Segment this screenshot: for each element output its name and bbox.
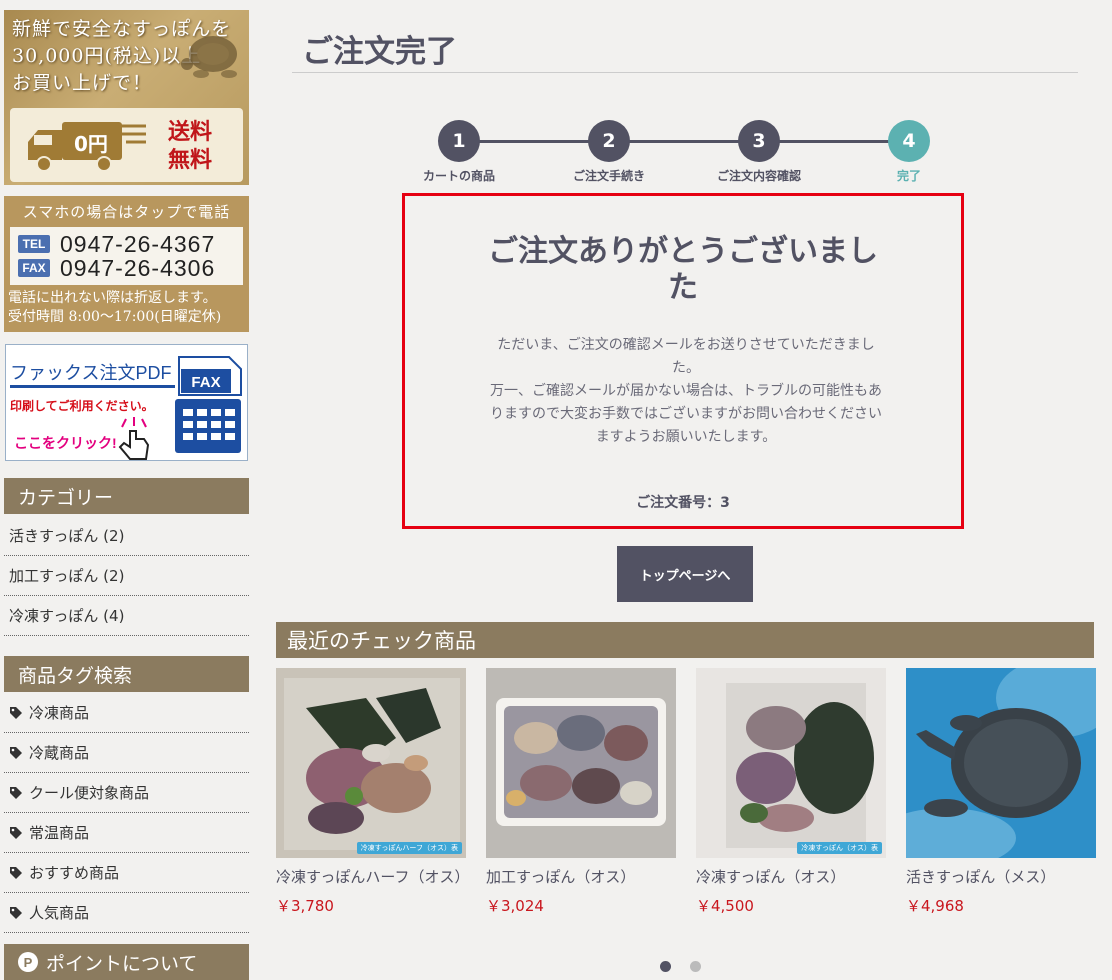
- thanks-heading: ご注文ありがとうございました: [488, 234, 878, 305]
- tag-item-popular[interactable]: 人気商品: [4, 893, 249, 933]
- product-card[interactable]: 冷凍すっぽんハーフ（オス）表 冷凍すっぽんハーフ（オス） ￥3,780: [276, 668, 470, 916]
- phone-banner-heading: スマホの場合はタップで電話: [22, 203, 231, 221]
- fax-label: FAX: [18, 259, 50, 277]
- turtle-icon: [181, 36, 237, 78]
- points-heading-label: ポイントについて: [46, 952, 198, 975]
- tag-label: 冷蔵商品: [29, 744, 90, 762]
- recent-products-heading: 最近のチェック商品: [276, 622, 1094, 658]
- tag-icon: [10, 786, 22, 799]
- tag-label: おすすめ商品: [29, 864, 120, 882]
- tag-label: クール便対象商品: [29, 784, 150, 802]
- product-price: ￥3,024: [486, 897, 544, 915]
- order-number: ご注文番号：3: [636, 495, 730, 511]
- free-shipping-text: 送料 無料: [168, 118, 212, 174]
- phone-note-line-1: 電話に出れない際は折返します。: [8, 290, 217, 306]
- thanks-message-2: 万一、ご確認メールが届かない場合は、トラブルの可能性もありますので大変お手数では…: [490, 383, 882, 445]
- step-2-label: ご注文手続き: [572, 169, 645, 183]
- thanks-message-1: ただいま、ご注文の確認メールをお送りさせていただきました。: [497, 337, 875, 376]
- phone-hours-note: 電話に出れない際は折返します。 受付時間 8:00～17:00(日曜定休): [8, 289, 221, 327]
- step-1-circle: 1: [438, 120, 480, 162]
- category-item-processed[interactable]: 加工すっぽん (2): [4, 556, 249, 596]
- fax-pdf-title: ファックス注文PDF: [10, 363, 172, 383]
- category-heading: カテゴリー: [4, 478, 249, 514]
- fax-title-underline: [10, 385, 175, 388]
- category-list: 活きすっぽん (2) 加工すっぽん (2) 冷凍すっぽん (4): [4, 516, 249, 636]
- product-image[interactable]: [486, 668, 676, 858]
- phone-note-line-2: 受付時間 8:00～17:00(日曜定休): [8, 309, 222, 325]
- category-item-frozen[interactable]: 冷凍すっぽん (4): [4, 596, 249, 636]
- product-name[interactable]: 冷凍すっぽん（オス）: [696, 866, 886, 889]
- tag-icon: [10, 746, 22, 759]
- product-card[interactable]: 活きすっぽん（メス） ￥4,968: [906, 668, 1096, 916]
- step-4-label: 完了: [896, 169, 921, 183]
- product-name[interactable]: 冷凍すっぽんハーフ（オス）: [276, 866, 470, 889]
- title-divider: [292, 72, 1078, 73]
- step-3-circle: 3: [738, 120, 780, 162]
- product-name[interactable]: 加工すっぽん（オス）: [486, 866, 676, 889]
- step-1-label: カートの商品: [422, 169, 495, 183]
- product-image[interactable]: 冷凍すっぽん（オス）表: [696, 668, 886, 858]
- phone-banner[interactable]: スマホの場合はタップで電話 TEL 0947-26-4367 FAX 0947-…: [4, 196, 249, 332]
- tel-label: TEL: [18, 235, 50, 253]
- category-item-live[interactable]: 活きすっぽん (2): [4, 516, 249, 556]
- points-icon: P: [18, 952, 38, 972]
- tag-item-recommended[interactable]: おすすめ商品: [4, 853, 249, 893]
- tag-item-room-temp[interactable]: 常温商品: [4, 813, 249, 853]
- product-card[interactable]: 加工すっぽん（オス） ￥3,024: [486, 668, 676, 916]
- fax-order-pdf-banner[interactable]: ファックス注文PDF 印刷してご利用ください。 ここをクリック! FAX: [5, 344, 248, 461]
- tel-number: 0947-26-4367: [60, 230, 216, 257]
- product-price: ￥3,780: [276, 897, 334, 915]
- tag-icon: [10, 906, 22, 919]
- pointing-hand-icon: [118, 417, 150, 460]
- free-shipping-banner[interactable]: 新鮮で安全なすっぽんを 30,000円(税込)以上 お買い上げで！ 0円 送料 …: [4, 10, 249, 185]
- tag-list: 冷凍商品 冷蔵商品 クール便対象商品 常温商品 おすすめ商品 人気商品: [4, 693, 249, 933]
- product-image-caption: 冷凍すっぽんハーフ（オス）表: [356, 842, 462, 854]
- fax-machine-label: FAX: [191, 374, 220, 391]
- tag-search-heading: 商品タグ検索: [4, 656, 249, 692]
- tag-item-frozen[interactable]: 冷凍商品: [4, 693, 249, 733]
- product-image-caption: 冷凍すっぽん（オス）表: [797, 842, 882, 854]
- fax-row: FAX 0947-26-4306: [18, 254, 216, 281]
- fax-machine-icon: FAX: [175, 356, 242, 453]
- step-2-circle: 2: [588, 120, 630, 162]
- page-title: ご注文完了: [302, 34, 457, 70]
- tag-item-cool-delivery[interactable]: クール便対象商品: [4, 773, 249, 813]
- product-price: ￥4,500: [696, 897, 754, 915]
- tag-icon: [10, 866, 22, 879]
- progress-line: [459, 140, 909, 143]
- fax-number: 0947-26-4306: [60, 254, 216, 281]
- tag-label: 冷凍商品: [29, 704, 90, 722]
- thanks-message: ただいま、ご注文の確認メールをお送りさせていただきました。 万一、ご確認メールが…: [485, 334, 887, 449]
- order-complete-message: ご注文ありがとうございました ただいま、ご注文の確認メールをお送りさせていただき…: [402, 193, 964, 529]
- product-card[interactable]: 冷凍すっぽん（オス）表 冷凍すっぽん（オス） ￥4,500: [696, 668, 886, 916]
- free-line-2: 無料: [168, 147, 213, 173]
- tag-icon: [10, 826, 22, 839]
- shipping-inner-box: 0円 送料 無料: [10, 108, 243, 182]
- tag-label: 人気商品: [29, 904, 90, 922]
- product-image[interactable]: [906, 668, 1096, 858]
- step-4-circle: 4: [888, 120, 930, 162]
- product-price: ￥4,968: [906, 897, 964, 915]
- processed-turtle-photo: [486, 668, 676, 858]
- frozen-turtle-half-photo: [276, 668, 466, 858]
- fax-click-text: ここをクリック!: [14, 435, 117, 451]
- live-turtle-photo: [906, 668, 1096, 858]
- tag-label: 常温商品: [29, 824, 90, 842]
- frozen-turtle-photo: [696, 668, 886, 858]
- step-3-label: ご注文内容確認: [716, 169, 801, 183]
- carousel-dot-1[interactable]: [660, 961, 671, 972]
- truck-price-text: 0円: [74, 132, 108, 156]
- carousel-dot-2[interactable]: [690, 961, 701, 972]
- product-image[interactable]: 冷凍すっぽんハーフ（オス）表: [276, 668, 466, 858]
- tag-item-chilled[interactable]: 冷蔵商品: [4, 733, 249, 773]
- points-heading[interactable]: P ポイントについて: [4, 944, 249, 980]
- truck-icon: 0円: [28, 122, 146, 172]
- top-page-button[interactable]: トップページへ: [617, 546, 753, 602]
- tag-icon: [10, 706, 22, 719]
- phone-numbers-box: TEL 0947-26-4367 FAX 0947-26-4306: [10, 227, 243, 285]
- fax-print-note: 印刷してご利用ください。: [10, 399, 154, 413]
- product-name[interactable]: 活きすっぽん（メス）: [906, 866, 1096, 889]
- free-line-1: 送料: [168, 119, 213, 145]
- tel-row[interactable]: TEL 0947-26-4367: [18, 230, 216, 257]
